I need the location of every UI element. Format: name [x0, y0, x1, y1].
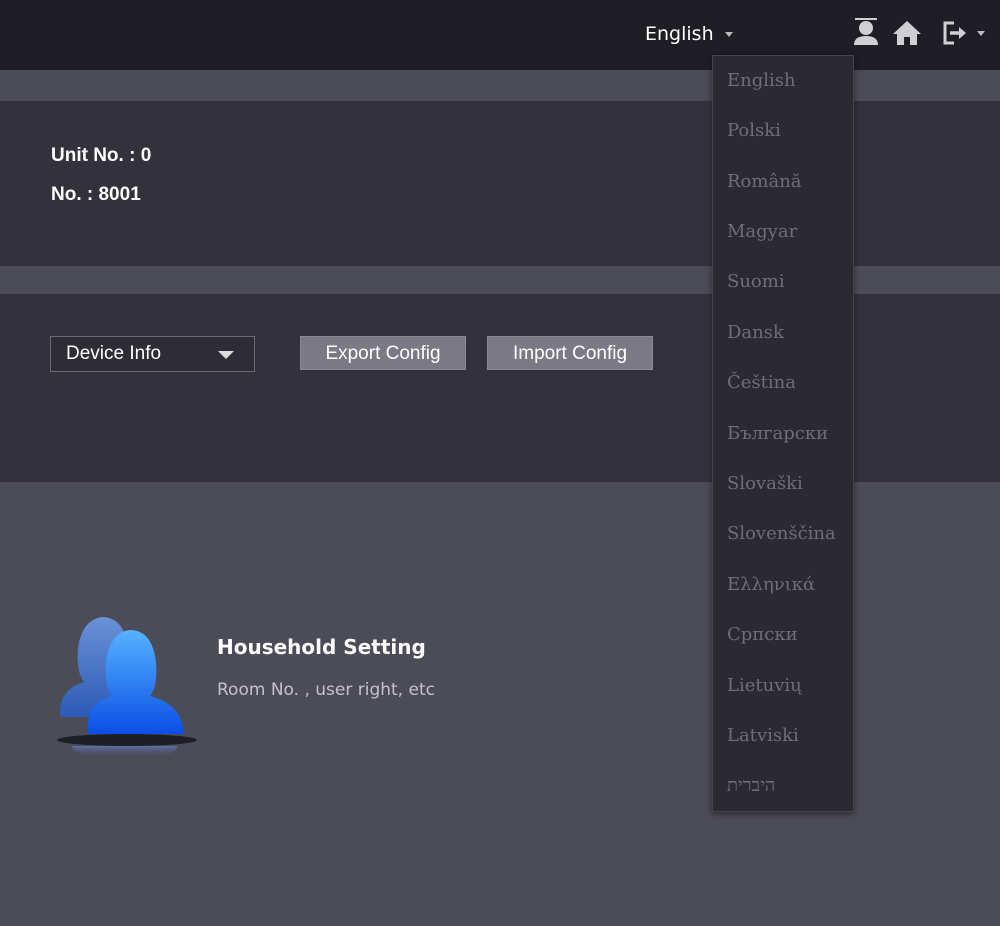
language-option[interactable]: היברית [727, 771, 775, 801]
logout-icon[interactable] [940, 18, 988, 48]
language-option[interactable]: Magyar [727, 217, 797, 247]
language-option[interactable]: Čeština [727, 368, 796, 398]
import-config-button[interactable]: Import Config [487, 336, 653, 370]
language-selector[interactable]: English [645, 20, 733, 50]
language-option[interactable]: Polski [727, 116, 781, 146]
chevron-down-icon [218, 351, 234, 359]
home-icon[interactable] [892, 18, 922, 48]
language-option[interactable]: Latviski [727, 721, 799, 751]
language-selector-label: English [645, 23, 714, 45]
language-option[interactable]: Ελληνικά [727, 570, 815, 600]
chevron-down-icon [725, 32, 733, 37]
language-dropdown-menu: English Polski Română Magyar Suomi Dansk… [712, 55, 854, 812]
household-users-icon[interactable] [52, 612, 202, 758]
config-type-value: Device Info [66, 343, 162, 364]
export-config-button[interactable]: Export Config [300, 336, 466, 370]
language-option[interactable]: Română [727, 167, 802, 197]
language-option[interactable]: Dansk [727, 318, 784, 348]
language-option[interactable]: English [727, 66, 796, 96]
language-option[interactable]: Български [727, 419, 828, 449]
household-setting-description: Room No. , user right, etc [217, 680, 435, 700]
user-icon[interactable] [852, 18, 882, 48]
language-option[interactable]: Suomi [727, 267, 785, 297]
unit-number-label: Unit No. : 0 [51, 145, 152, 166]
chevron-down-icon [977, 31, 985, 36]
language-option[interactable]: Slovaški [727, 469, 803, 499]
household-setting-title[interactable]: Household Setting [217, 635, 426, 659]
language-option[interactable]: Lietuvių [727, 671, 802, 701]
language-option[interactable]: Српски [727, 620, 798, 650]
config-type-select[interactable]: Device Info [50, 336, 255, 372]
language-option[interactable]: Slovenščina [727, 519, 836, 549]
number-label: No. : 8001 [51, 184, 141, 205]
